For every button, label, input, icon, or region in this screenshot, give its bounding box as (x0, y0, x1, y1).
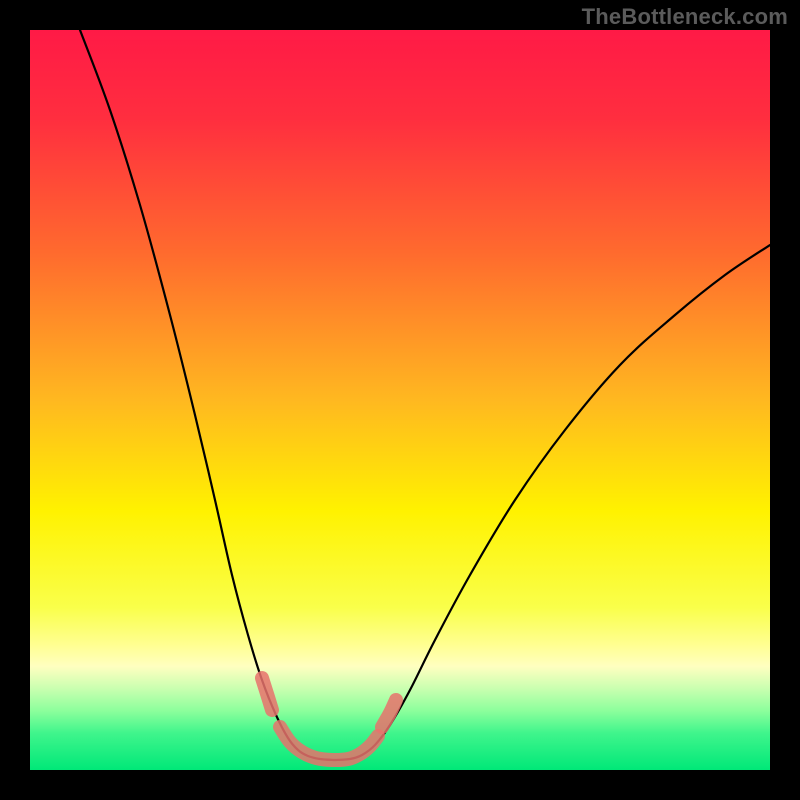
watermark-text: TheBottleneck.com (582, 4, 788, 30)
chart-svg (30, 30, 770, 770)
chart-frame: TheBottleneck.com (0, 0, 800, 800)
plot-area (30, 30, 770, 770)
highlight-segment-0 (262, 678, 272, 710)
gradient-background (30, 30, 770, 770)
